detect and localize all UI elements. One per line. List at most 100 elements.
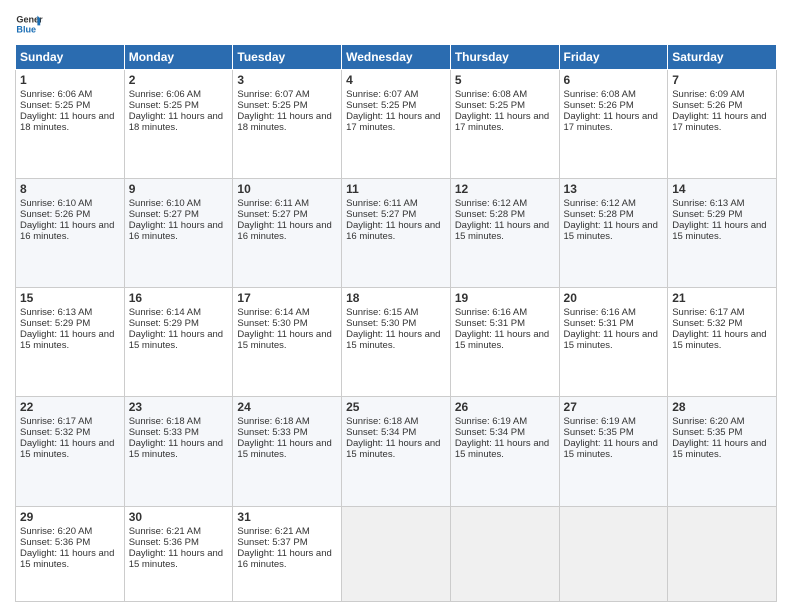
day-number: 10	[237, 182, 337, 196]
calendar-cell: 5Sunrise: 6:08 AMSunset: 5:25 PMDaylight…	[450, 70, 559, 179]
sunrise: Sunrise: 6:13 AM	[672, 198, 744, 209]
sunrise: Sunrise: 6:18 AM	[237, 416, 309, 427]
calendar-cell: 25Sunrise: 6:18 AMSunset: 5:34 PMDayligh…	[342, 397, 451, 506]
sunrise: Sunrise: 6:18 AM	[129, 416, 201, 427]
day-header-monday: Monday	[124, 45, 233, 70]
sunrise: Sunrise: 6:20 AM	[672, 416, 744, 427]
sunrise: Sunrise: 6:07 AM	[346, 89, 418, 100]
day-number: 26	[455, 400, 555, 414]
sunset: Sunset: 5:36 PM	[20, 537, 90, 548]
day-number: 24	[237, 400, 337, 414]
daylight: Daylight: 11 hours and 15 minutes.	[564, 438, 658, 460]
sunrise: Sunrise: 6:10 AM	[129, 198, 201, 209]
calendar-cell: 22Sunrise: 6:17 AMSunset: 5:32 PMDayligh…	[16, 397, 125, 506]
sunrise: Sunrise: 6:19 AM	[564, 416, 636, 427]
calendar-cell: 16Sunrise: 6:14 AMSunset: 5:29 PMDayligh…	[124, 288, 233, 397]
daylight: Daylight: 11 hours and 15 minutes.	[129, 329, 223, 351]
daylight: Daylight: 11 hours and 18 minutes.	[20, 111, 114, 133]
sunrise: Sunrise: 6:13 AM	[20, 307, 92, 318]
sunset: Sunset: 5:27 PM	[346, 209, 416, 220]
day-number: 7	[672, 73, 772, 87]
daylight: Daylight: 11 hours and 15 minutes.	[20, 329, 114, 351]
daylight: Daylight: 11 hours and 15 minutes.	[672, 438, 766, 460]
sunset: Sunset: 5:25 PM	[237, 100, 307, 111]
sunrise: Sunrise: 6:12 AM	[564, 198, 636, 209]
daylight: Daylight: 11 hours and 15 minutes.	[455, 220, 549, 242]
calendar-cell	[559, 506, 668, 602]
daylight: Daylight: 11 hours and 16 minutes.	[129, 220, 223, 242]
day-number: 25	[346, 400, 446, 414]
daylight: Daylight: 11 hours and 18 minutes.	[129, 111, 223, 133]
day-number: 6	[564, 73, 664, 87]
sunset: Sunset: 5:26 PM	[564, 100, 634, 111]
day-number: 16	[129, 291, 229, 305]
calendar-cell	[342, 506, 451, 602]
daylight: Daylight: 11 hours and 15 minutes.	[20, 548, 114, 570]
calendar-cell: 4Sunrise: 6:07 AMSunset: 5:25 PMDaylight…	[342, 70, 451, 179]
sunrise: Sunrise: 6:09 AM	[672, 89, 744, 100]
calendar-cell: 1 Sunrise: 6:06 AMSunset: 5:25 PMDaylight…	[16, 70, 125, 179]
sunset: Sunset: 5:25 PM	[455, 100, 525, 111]
day-number: 27	[564, 400, 664, 414]
daylight: Daylight: 11 hours and 15 minutes.	[346, 438, 440, 460]
daylight: Daylight: 11 hours and 15 minutes.	[455, 438, 549, 460]
daylight: Daylight: 11 hours and 15 minutes.	[564, 220, 658, 242]
day-number: 14	[672, 182, 772, 196]
sunrise: Sunrise: 6:19 AM	[455, 416, 527, 427]
logo-icon: General Blue	[15, 10, 43, 38]
daylight: Daylight: 11 hours and 17 minutes.	[455, 111, 549, 133]
sunrise: Sunrise: 6:17 AM	[672, 307, 744, 318]
day-number: 1	[20, 73, 120, 87]
daylight: Daylight: 11 hours and 15 minutes.	[672, 329, 766, 351]
day-number: 5	[455, 73, 555, 87]
daylight: Daylight: 11 hours and 15 minutes.	[129, 548, 223, 570]
sunset: Sunset: 5:28 PM	[455, 209, 525, 220]
calendar-cell: 2Sunrise: 6:06 AMSunset: 5:25 PMDaylight…	[124, 70, 233, 179]
day-header-sunday: Sunday	[16, 45, 125, 70]
daylight: Daylight: 11 hours and 15 minutes.	[564, 329, 658, 351]
calendar-cell: 3Sunrise: 6:07 AMSunset: 5:25 PMDaylight…	[233, 70, 342, 179]
calendar-cell: 31Sunrise: 6:21 AMSunset: 5:37 PMDayligh…	[233, 506, 342, 602]
sunset: Sunset: 5:37 PM	[237, 537, 307, 548]
day-number: 23	[129, 400, 229, 414]
calendar-cell: 17Sunrise: 6:14 AMSunset: 5:30 PMDayligh…	[233, 288, 342, 397]
day-number: 20	[564, 291, 664, 305]
calendar-cell	[668, 506, 777, 602]
daylight: Daylight: 11 hours and 15 minutes.	[672, 220, 766, 242]
calendar-cell: 6Sunrise: 6:08 AMSunset: 5:26 PMDaylight…	[559, 70, 668, 179]
day-number: 11	[346, 182, 446, 196]
calendar-cell: 20Sunrise: 6:16 AMSunset: 5:31 PMDayligh…	[559, 288, 668, 397]
calendar-cell: 11Sunrise: 6:11 AMSunset: 5:27 PMDayligh…	[342, 179, 451, 288]
sunrise: Sunrise: 6:06 AM	[20, 89, 92, 100]
sunrise: Sunrise: 6:10 AM	[20, 198, 92, 209]
calendar-cell: 10Sunrise: 6:11 AMSunset: 5:27 PMDayligh…	[233, 179, 342, 288]
day-header-saturday: Saturday	[668, 45, 777, 70]
sunset: Sunset: 5:36 PM	[129, 537, 199, 548]
day-header-wednesday: Wednesday	[342, 45, 451, 70]
day-number: 18	[346, 291, 446, 305]
header: General Blue	[15, 10, 777, 38]
daylight: Daylight: 11 hours and 15 minutes.	[237, 438, 331, 460]
calendar-cell: 7Sunrise: 6:09 AMSunset: 5:26 PMDaylight…	[668, 70, 777, 179]
sunset: Sunset: 5:27 PM	[237, 209, 307, 220]
sunrise: Sunrise: 6:11 AM	[237, 198, 309, 209]
sunset: Sunset: 5:29 PM	[672, 209, 742, 220]
day-number: 29	[20, 510, 120, 524]
day-number: 17	[237, 291, 337, 305]
sunset: Sunset: 5:29 PM	[20, 318, 90, 329]
sunset: Sunset: 5:26 PM	[20, 209, 90, 220]
sunrise: Sunrise: 6:17 AM	[20, 416, 92, 427]
day-header-thursday: Thursday	[450, 45, 559, 70]
sunrise: Sunrise: 6:14 AM	[237, 307, 309, 318]
day-number: 31	[237, 510, 337, 524]
day-number: 15	[20, 291, 120, 305]
sunset: Sunset: 5:25 PM	[20, 100, 90, 111]
sunrise: Sunrise: 6:14 AM	[129, 307, 201, 318]
calendar-cell: 19Sunrise: 6:16 AMSunset: 5:31 PMDayligh…	[450, 288, 559, 397]
daylight: Daylight: 11 hours and 17 minutes.	[564, 111, 658, 133]
day-number: 22	[20, 400, 120, 414]
sunrise: Sunrise: 6:07 AM	[237, 89, 309, 100]
calendar-cell: 18Sunrise: 6:15 AMSunset: 5:30 PMDayligh…	[342, 288, 451, 397]
daylight: Daylight: 11 hours and 17 minutes.	[672, 111, 766, 133]
sunset: Sunset: 5:30 PM	[237, 318, 307, 329]
